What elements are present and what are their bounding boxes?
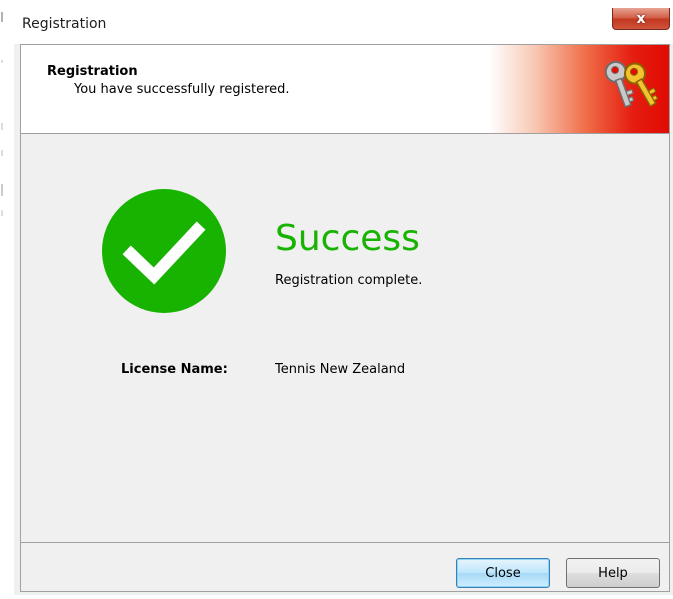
check-circle-icon: [102, 189, 226, 313]
license-name-label: License Name:: [121, 362, 228, 377]
background-edge: [0, 0, 14, 595]
close-button[interactable]: Close: [456, 558, 550, 588]
registration-dialog: Registration x Registration You have suc…: [14, 8, 673, 595]
success-title: Success: [275, 218, 420, 259]
banner-subheading: You have successfully registered.: [74, 82, 290, 97]
window-close-button[interactable]: x: [612, 8, 670, 30]
keys-icon: [604, 60, 659, 108]
help-button[interactable]: Help: [566, 558, 660, 588]
button-bar: Close Help: [20, 542, 670, 592]
banner-heading: Registration: [47, 64, 138, 79]
success-message: Registration complete.: [275, 273, 423, 288]
window-title: Registration: [22, 16, 107, 32]
header-banner: Registration You have successfully regis…: [20, 44, 670, 134]
license-name-value: Tennis New Zealand: [275, 362, 406, 377]
close-icon: x: [636, 10, 646, 27]
title-bar: Registration x: [14, 8, 673, 44]
content-panel: Success Registration complete. License N…: [20, 134, 670, 542]
